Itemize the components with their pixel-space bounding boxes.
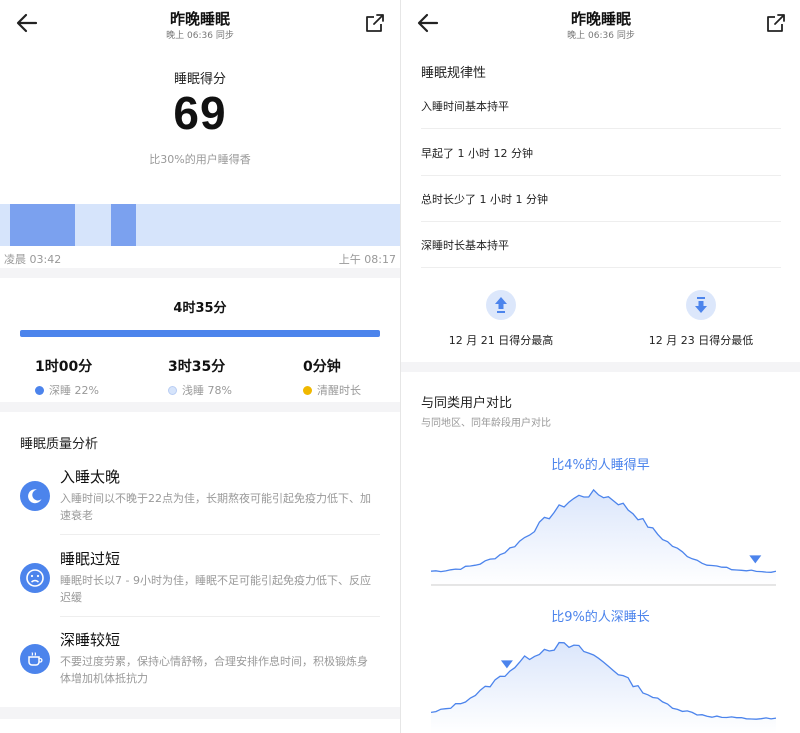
awake-dot: [303, 385, 312, 395]
divider: [60, 534, 380, 535]
score-compare: 比30%的用户睡得香: [149, 153, 251, 166]
deep-sleep-segment: [110, 204, 136, 246]
left-panel: 昨晚睡眠 晚上 06:36 同步 睡眠得分 69 比30%的用户睡得香 凌晨 0…: [0, 0, 400, 733]
highest-score-day[interactable]: 12 月 21 日得分最高: [401, 290, 601, 348]
stat-awake: 0分钟 清醒时长: [303, 356, 361, 398]
deep-sleep-dot: [35, 385, 44, 395]
share-icon[interactable]: [364, 12, 386, 34]
analysis-item-title: 入睡太晚: [60, 468, 121, 486]
compare-subtitle: 与同地区、同年龄段用户对比: [421, 418, 551, 429]
analysis-item-desc: 睡眠时长以7 - 9小时为佳，睡眠不足可能引起免疫力低下、反应迟缓: [60, 574, 371, 604]
header: 昨晚睡眠 晚上 06:36 同步: [401, 0, 800, 46]
analysis-item-desc: 入睡时间以不晚于22点为佳，长期熬夜可能引起免疫力低下、加速衰老: [60, 492, 371, 522]
total-duration: 4时35分: [173, 301, 227, 316]
section-divider: [0, 268, 400, 278]
stat-light-label: 浅睡 78%: [182, 384, 232, 397]
section-divider: [0, 402, 400, 412]
regularity-row: 入睡时间基本持平: [421, 83, 781, 129]
score-value: 69: [173, 87, 227, 139]
sleep-timeline[interactable]: [0, 204, 400, 246]
stat-deep-value: 1时00分: [35, 359, 93, 375]
stat-light: 3时35分 浅睡 78%: [168, 356, 232, 398]
right-panel: 昨晚睡眠 晚上 06:36 同步 睡眠规律性 入睡时间基本持平 早起了 1 小时…: [400, 0, 800, 733]
stat-deep-label: 深睡 22%: [49, 384, 99, 397]
page-title: 昨晚睡眠: [169, 10, 230, 28]
regularity-row: 深睡时长基本持平: [421, 222, 781, 268]
user-position-marker: [749, 555, 762, 564]
bedtime-distribution-chart: [431, 488, 776, 586]
deep-sleep-segment: [10, 204, 75, 246]
total-duration-bar: [20, 330, 380, 337]
light-sleep-dot: [168, 385, 177, 395]
page-title: 昨晚睡眠: [570, 10, 631, 28]
lowest-score-day[interactable]: 12 月 23 日得分最低: [601, 290, 800, 348]
bedtime-compare-label: 比4%的人睡得早: [551, 458, 650, 473]
stat-light-value: 3时35分: [168, 359, 226, 375]
divider: [60, 616, 380, 617]
share-icon[interactable]: [765, 12, 787, 34]
analysis-item[interactable]: 深睡较短 不要过度劳累，保持心情舒畅，合理安排作息时间，积极锻炼身体增加机体抵抗…: [20, 629, 380, 711]
header: 昨晚睡眠 晚上 06:36 同步: [0, 0, 400, 46]
regularity-title: 睡眠规律性: [421, 66, 487, 81]
highest-score-label: 12 月 21 日得分最高: [448, 334, 554, 347]
lowest-score-label: 12 月 23 日得分最低: [648, 334, 754, 347]
arrow-up-icon: [486, 290, 516, 320]
timeline-end-time: 上午 08:17: [338, 253, 396, 266]
user-position-marker: [500, 660, 513, 669]
moon-icon: [20, 481, 50, 511]
sad-face-icon: [20, 563, 50, 593]
coffee-cup-icon: [20, 644, 50, 674]
arrow-down-icon: [686, 290, 716, 320]
deep-sleep-compare-label: 比9%的人深睡长: [551, 610, 650, 625]
deep-sleep-distribution-chart: [431, 641, 776, 733]
analysis-item[interactable]: 入睡太晚 入睡时间以不晚于22点为佳，长期熬夜可能引起免疫力低下、加速衰老: [20, 466, 380, 548]
sync-time: 晚上 06:36 同步: [567, 31, 635, 41]
section-divider: [0, 707, 400, 719]
analysis-item-title: 深睡较短: [60, 631, 121, 649]
score-label: 睡眠得分: [173, 72, 226, 87]
regularity-row: 总时长少了 1 小时 1 分钟: [421, 176, 781, 222]
analysis-item-desc: 不要过度劳累，保持心情舒畅，合理安排作息时间，积极锻炼身体增加机体抵抗力: [60, 655, 368, 685]
analysis-title: 睡眠质量分析: [20, 437, 99, 452]
compare-title: 与同类用户对比: [421, 396, 513, 411]
distribution-area: [431, 489, 776, 586]
timeline-start-time: 凌晨 03:42: [4, 253, 62, 266]
stat-awake-value: 0分钟: [303, 359, 341, 375]
analysis-item-title: 睡眠过短: [60, 550, 121, 568]
stat-awake-label: 清醒时长: [317, 384, 361, 397]
regularity-row: 早起了 1 小时 12 分钟: [421, 130, 781, 176]
stat-deep: 1时00分 深睡 22%: [35, 356, 99, 398]
section-divider: [401, 362, 800, 372]
sync-time: 晚上 06:36 同步: [166, 31, 234, 41]
analysis-item[interactable]: 睡眠过短 睡眠时长以7 - 9小时为佳，睡眠不足可能引起免疫力低下、反应迟缓: [20, 548, 380, 630]
